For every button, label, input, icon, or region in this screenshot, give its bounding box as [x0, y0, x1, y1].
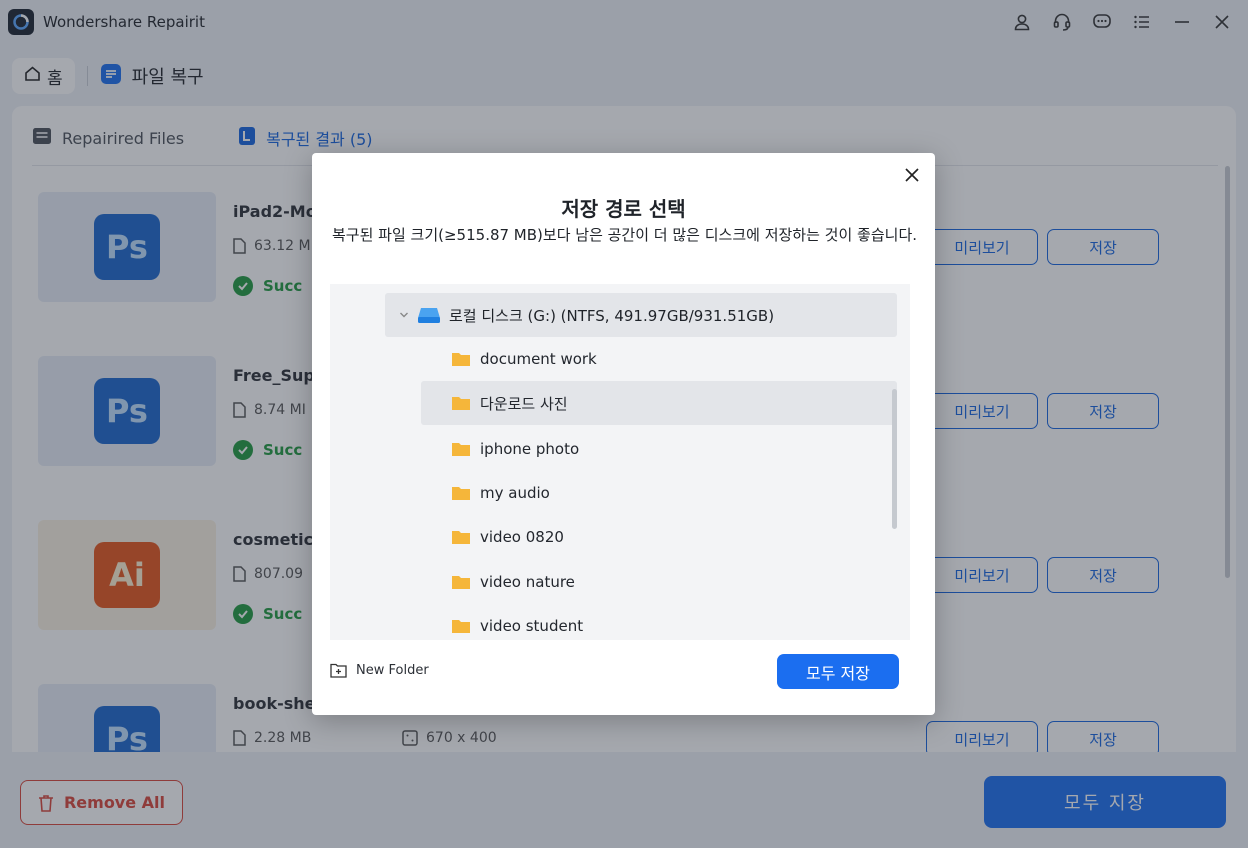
- drive-item[interactable]: 로컬 디스크 (G:) (NTFS, 491.97GB/931.51GB): [385, 293, 897, 337]
- chevron-down-icon: [400, 312, 408, 318]
- dialog-description: 복구된 파일 크기(≥515.87 MB)보다 남은 공간이 더 많은 디스크에…: [332, 226, 918, 244]
- folder-item[interactable]: video 0820: [421, 515, 897, 559]
- folder-tree-scrollbar[interactable]: [892, 389, 897, 529]
- folder-icon: [452, 353, 470, 366]
- folder-tree: 로컬 디스크 (G:) (NTFS, 491.97GB/931.51GB) do…: [330, 284, 910, 640]
- folder-label: video student: [480, 617, 584, 635]
- folder-icon: [452, 397, 470, 410]
- folder-item-selected[interactable]: 다운로드 사진: [421, 381, 897, 425]
- folder-item[interactable]: my audio: [421, 471, 897, 515]
- folder-label: document work: [480, 350, 597, 368]
- new-folder-label: New Folder: [356, 663, 429, 678]
- dialog-title: 저장 경로 선택: [561, 197, 686, 221]
- folder-icon: [452, 487, 470, 500]
- folder-icon: [452, 443, 470, 456]
- dialog-close-icon[interactable]: [899, 162, 925, 188]
- drive-label: 로컬 디스크 (G:) (NTFS, 491.97GB/931.51GB): [449, 306, 775, 325]
- folder-item[interactable]: document work: [421, 337, 897, 381]
- folder-item[interactable]: video nature: [421, 560, 897, 604]
- folder-label: video nature: [480, 573, 575, 591]
- folder-icon: [452, 576, 470, 589]
- save-path-dialog: 저장 경로 선택 복구된 파일 크기(≥515.87 MB)보다 남은 공간이 …: [312, 153, 935, 715]
- dialog-save-all-button[interactable]: 모두 저장: [777, 654, 899, 689]
- folder-label: my audio: [480, 484, 550, 502]
- drive-icon: [418, 308, 440, 323]
- folder-item[interactable]: iphone photo: [421, 427, 897, 471]
- new-folder-button[interactable]: New Folder: [330, 663, 429, 678]
- folder-icon: [452, 620, 470, 633]
- new-folder-icon: [330, 663, 347, 678]
- folder-item[interactable]: video student: [421, 604, 897, 640]
- folder-label: 다운로드 사진: [480, 394, 568, 413]
- folder-label: video 0820: [480, 528, 564, 546]
- folder-label: iphone photo: [480, 440, 580, 458]
- folder-icon: [452, 531, 470, 544]
